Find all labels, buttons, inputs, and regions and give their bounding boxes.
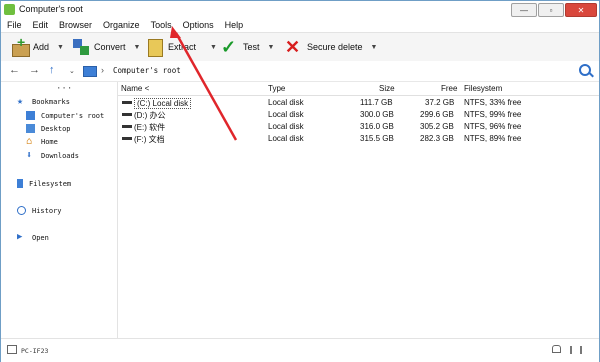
annotation-arrow-icon	[170, 26, 238, 141]
